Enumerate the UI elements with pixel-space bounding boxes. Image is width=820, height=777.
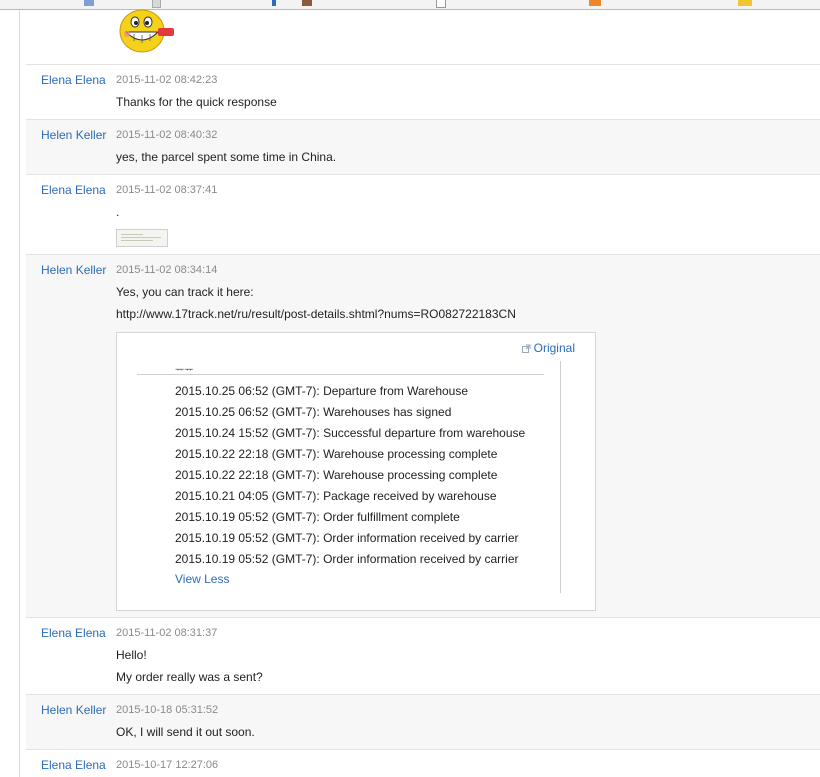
message-item: Elena Elena 2015-11-02 08:42:23 Thanks f… [26,65,820,120]
tracking-event: 2015.10.24 15:52 (GMT-7): Successful dep… [175,426,526,440]
message-text: . [116,205,120,219]
message-timestamp: 2015-11-02 08:40:32 [116,129,218,141]
external-link-icon [521,344,531,353]
tracking-preview-card: Original ᅲᅲ 2015.10.25 06:52 (GMT-7): De… [116,332,596,611]
message-item: Elena Elena 2015-11-02 08:31:37 Hello! M… [26,618,820,695]
message-item: Elena Elena 2015-10-17 12:27:06 [26,750,820,777]
original-link-label: Original [533,341,575,355]
tracking-url-text: http://www.17track.net/ru/result/post-de… [116,307,516,321]
tracking-event: 2015.10.19 05:52 (GMT-7): Order fulfillm… [175,510,460,524]
message-timestamp: 2015-10-18 05:31:52 [116,704,219,716]
message-item: Helen Keller 2015-10-18 05:31:52 OK, I w… [26,695,820,750]
tracking-event: 2015.10.19 05:52 (GMT-7): Order informat… [175,531,519,545]
message-author[interactable]: Elena Elena [41,758,106,772]
message-text: My order really was a sent? [116,670,263,684]
message-text: OK, I will send it out soon. [116,725,255,739]
message-item: Helen Keller 2015-11-02 08:34:14 Yes, yo… [26,255,820,618]
message-timestamp: 2015-11-02 08:42:23 [116,74,218,86]
message-timestamp: 2015-10-17 12:27:06 [116,759,219,771]
message-item: Helen Keller 2015-11-02 08:40:32 yes, th… [26,120,820,175]
rss-icon[interactable] [589,0,601,6]
message-thread: Elena Elena 2015-11-02 08:42:23 Thanks f… [26,9,820,777]
clipped-link-text: ᅲᅲ [175,590,197,593]
message-text: Hello! [116,648,147,662]
message-text: Yes, you can track it here: [116,285,254,299]
tracking-event: 2015.10.22 22:18 (GMT-7): Warehouse proc… [175,447,498,461]
message-text: yes, the parcel spent some time in China… [116,150,337,164]
message-timestamp: 2015-11-02 08:31:37 [116,627,218,639]
message-timestamp: 2015-11-02 08:34:14 [116,264,218,276]
tracking-event: 2015.10.22 22:18 (GMT-7): Warehouse proc… [175,468,498,482]
tracking-event: 2015.10.25 06:52 (GMT-7): Departure from… [175,384,469,398]
view-less-link[interactable]: View Less [175,572,229,586]
tracking-event: 2015.10.19 05:52 (GMT-7): Order informat… [175,552,519,566]
message-author[interactable]: Helen Keller [41,263,106,277]
message-text: Thanks for the quick response [116,95,277,109]
message-author[interactable]: Helen Keller [41,703,106,717]
image-attachment-thumbnail[interactable] [116,229,168,247]
original-link[interactable]: Original [521,341,575,355]
bookmark-icon[interactable] [436,0,446,8]
bookmark-icon[interactable] [302,0,312,6]
message-author[interactable]: Elena Elena [41,626,106,640]
bookmark-icon[interactable] [84,0,94,6]
smiley-emoji-image[interactable] [114,4,178,58]
tracking-event: 2015.10.25 06:52 (GMT-7): Warehouses has… [175,405,452,419]
tracking-event: 2015.10.21 04:05 (GMT-7): Package receiv… [175,489,497,503]
message-author[interactable]: Elena Elena [41,183,106,197]
message-item: Elena Elena 2015-11-02 08:37:41 . [26,175,820,255]
tracking-events-scroll-area[interactable]: ᅲᅲ 2015.10.25 06:52 (GMT-7): Departure f… [137,361,561,593]
divider [137,374,544,375]
bookmark-icon[interactable] [272,0,276,6]
message-author[interactable]: Helen Keller [41,128,106,142]
thread-divider [19,10,20,777]
left-gutter [0,10,20,777]
message-timestamp: 2015-11-02 08:37:41 [116,184,218,196]
message-item [26,9,820,65]
bookmark-icon[interactable] [738,0,752,6]
message-author[interactable]: Elena Elena [41,73,106,87]
